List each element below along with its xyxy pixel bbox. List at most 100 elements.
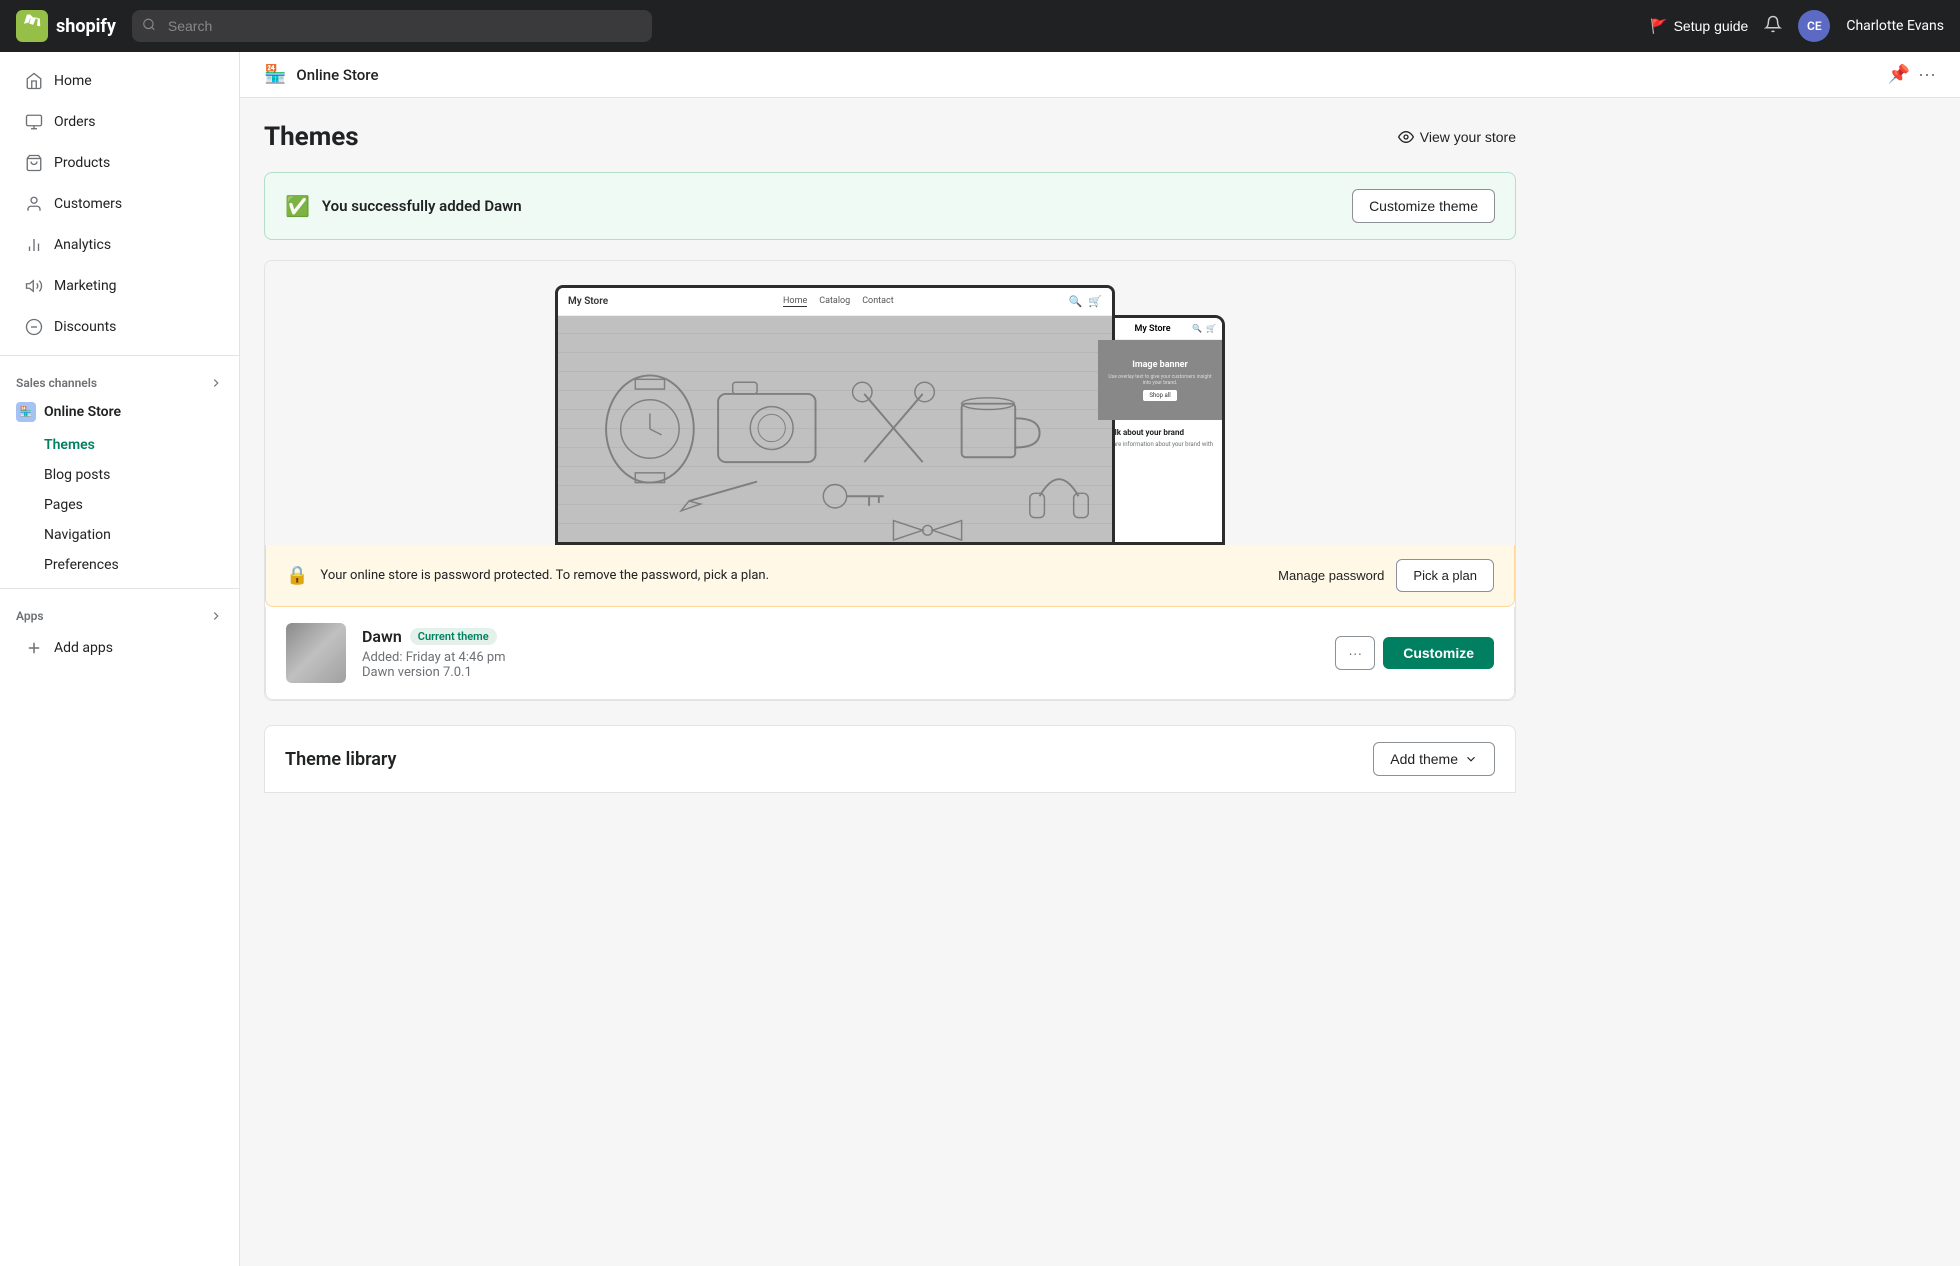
desktop-preview-bar: My Store Home Catalog Contact 🔍 🛒 [558, 288, 1112, 316]
sidebar-sub-menu: Themes Blog posts Pages Navigation Prefe… [0, 430, 239, 580]
sidebar-item-themes[interactable]: Themes [44, 430, 239, 460]
desktop-preview: My Store Home Catalog Contact 🔍 🛒 [555, 285, 1115, 545]
page-title-row: Themes View your store [264, 122, 1516, 152]
sidebar-item-add-apps[interactable]: Add apps [8, 628, 231, 668]
mobile-preview-bar: ☰ My Store 🔍 🛒 [1098, 318, 1222, 340]
logo[interactable]: shopify [16, 10, 116, 42]
user-name: Charlotte Evans [1846, 18, 1944, 34]
cart-preview-icon: 🛒 [1088, 295, 1102, 308]
sidebar: Home Orders Products Customers Analytics [0, 52, 240, 1266]
theme-more-options-button[interactable]: ··· [1335, 636, 1375, 670]
chevron-right-icon [209, 376, 223, 390]
sidebar-item-customers[interactable]: Customers [8, 184, 231, 224]
add-theme-label: Add theme [1390, 751, 1458, 767]
theme-thumb-image [286, 623, 346, 683]
mobile-content: Talk about your brand Share information … [1098, 420, 1222, 456]
sidebar-item-home[interactable]: Home [8, 61, 231, 101]
theme-added: Added: Friday at 4:46 pm [362, 650, 1319, 665]
current-theme-badge: Current theme [410, 628, 497, 645]
products-icon [24, 153, 44, 173]
sidebar-home-label: Home [54, 73, 92, 89]
desktop-preview-body [558, 316, 1112, 542]
theme-name-row: Dawn Current theme [362, 627, 1319, 646]
theme-details: Dawn Current theme Added: Friday at 4:46… [362, 627, 1319, 680]
sidebar-item-blog-posts[interactable]: Blog posts [44, 460, 239, 490]
discounts-icon [24, 317, 44, 337]
marketing-icon [24, 276, 44, 296]
sidebar-divider-2 [0, 588, 239, 589]
more-options-header-button[interactable]: ··· [1918, 64, 1936, 85]
mobile-section-text: Share information about your brand with [1106, 441, 1214, 448]
sketch-svg [558, 316, 1112, 542]
plus-icon [24, 638, 44, 658]
manage-password-button[interactable]: Manage password [1278, 568, 1384, 583]
nav-catalog: Catalog [819, 296, 850, 307]
pick-plan-button[interactable]: Pick a plan [1396, 559, 1494, 592]
pin-button[interactable]: 📌 [1888, 64, 1910, 85]
sidebar-divider-1 [0, 355, 239, 356]
theme-customize-button[interactable]: Customize [1383, 637, 1494, 669]
topbar-right: 🚩 Setup guide CE Charlotte Evans [1650, 10, 1944, 42]
search-container [132, 10, 652, 42]
desktop-preview-icons: 🔍 🛒 [1069, 295, 1102, 308]
page-header-actions: 📌 ··· [1888, 64, 1936, 85]
sidebar-item-preferences[interactable]: Preferences [44, 550, 239, 580]
sidebar-item-products[interactable]: Products [8, 143, 231, 183]
mobile-preview-body: Image banner Use overlay text to give yo… [1098, 340, 1222, 542]
theme-library-header: Theme library Add theme [264, 725, 1516, 793]
theme-preview-card: My Store Home Catalog Contact 🔍 🛒 [264, 260, 1516, 701]
page-title: Themes [264, 122, 359, 152]
theme-library-title: Theme library [285, 749, 396, 770]
search-preview-icon: 🔍 [1069, 295, 1083, 308]
online-store-icon: 🏪 [16, 402, 36, 422]
theme-name: Dawn [362, 627, 402, 646]
customers-icon [24, 194, 44, 214]
view-store-button[interactable]: View your store [1398, 129, 1516, 145]
nav-contact: Contact [862, 296, 893, 307]
setup-guide-button[interactable]: 🚩 Setup guide [1650, 18, 1748, 35]
avatar: CE [1798, 10, 1830, 42]
success-banner: ✅ You successfully added Dawn Customize … [264, 172, 1516, 240]
sales-channels-label: Sales channels [16, 376, 97, 390]
desktop-nav: Home Catalog Contact [783, 296, 894, 307]
themes-content: Themes View your store ✅ You successfull… [240, 98, 1540, 817]
desktop-store-name: My Store [568, 296, 608, 307]
online-store-header-icon: 🏪 [264, 64, 286, 85]
mobile-banner-title: Image banner [1132, 360, 1188, 370]
sales-channels-section: Sales channels [0, 364, 239, 394]
mobile-shop-btn: Shop all [1143, 390, 1176, 401]
sidebar-item-navigation[interactable]: Navigation [44, 520, 239, 550]
add-apps-label: Add apps [54, 640, 113, 656]
page-header-bar: 🏪 Online Store 📌 ··· [240, 52, 1960, 98]
online-store-label: Online Store [44, 404, 121, 420]
chevron-right-apps-icon [209, 609, 223, 623]
sidebar-analytics-label: Analytics [54, 237, 111, 253]
sidebar-item-online-store[interactable]: 🏪 Online Store [0, 394, 239, 430]
customize-theme-button[interactable]: Customize theme [1352, 189, 1495, 223]
main-content: 🏪 Online Store 📌 ··· Themes View your st… [240, 52, 1960, 1266]
mobile-banner-sub: Use overlay text to give your customers … [1098, 374, 1222, 386]
sidebar-products-label: Products [54, 155, 110, 171]
lock-icon: 🔒 [286, 565, 308, 586]
sidebar-item-discounts[interactable]: Discounts [8, 307, 231, 347]
sidebar-item-marketing[interactable]: Marketing [8, 266, 231, 306]
search-input[interactable] [132, 10, 652, 42]
chevron-down-icon [1464, 752, 1478, 766]
view-store-label: View your store [1420, 129, 1516, 145]
mobile-store-name: My Store [1134, 324, 1170, 334]
topbar: shopify 🚩 Setup guide CE Charlotte Evans [0, 0, 1960, 52]
sidebar-customers-label: Customers [54, 196, 122, 212]
orders-icon [24, 112, 44, 132]
password-bar: 🔒 Your online store is password protecte… [265, 545, 1515, 607]
home-icon [24, 71, 44, 91]
sidebar-item-analytics[interactable]: Analytics [8, 225, 231, 265]
sidebar-item-orders[interactable]: Orders [8, 102, 231, 142]
sidebar-orders-label: Orders [54, 114, 96, 130]
layout: Home Orders Products Customers Analytics [0, 52, 1960, 1266]
sidebar-item-pages[interactable]: Pages [44, 490, 239, 520]
desktop-sketch [558, 316, 1112, 542]
notifications-button[interactable] [1764, 15, 1782, 38]
add-theme-button[interactable]: Add theme [1373, 742, 1495, 776]
theme-version: Dawn version 7.0.1 [362, 665, 1319, 680]
analytics-icon [24, 235, 44, 255]
